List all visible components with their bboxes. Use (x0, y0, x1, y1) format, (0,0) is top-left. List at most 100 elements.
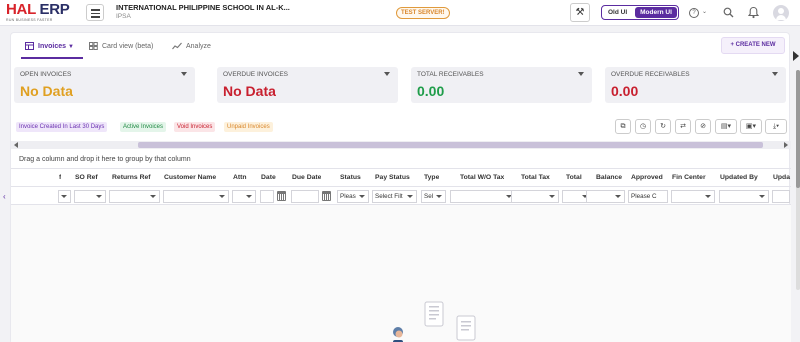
scrollbar-thumb[interactable] (138, 142, 763, 148)
column-header[interactable]: Upda (773, 169, 791, 187)
filter-select[interactable] (109, 190, 160, 203)
grid-body-empty (11, 205, 791, 342)
ui-mode-toggle[interactable]: Old UI Modern UI (601, 5, 679, 20)
kpi-total-receivables[interactable]: TOTAL RECEIVABLES 0.00 (411, 67, 592, 103)
create-new-button[interactable]: + CREATE NEW (721, 37, 785, 54)
tools-icon[interactable]: ⚒ (570, 3, 590, 22)
hamburger-menu-button[interactable] (86, 4, 104, 21)
save-layout-icon[interactable]: ▣▾ (740, 119, 762, 134)
hal-erp-logo[interactable]: HAL ERP RUN BUSINESS FASTER (6, 1, 70, 22)
avatar[interactable] (773, 5, 789, 21)
column-header[interactable]: Balance (596, 169, 622, 187)
logo-accent: ERP (39, 1, 70, 18)
filter-select[interactable] (74, 190, 106, 203)
horizontal-scrollbar[interactable] (11, 141, 791, 149)
column-header[interactable]: Date (261, 169, 276, 187)
tab-label: Invoices (38, 43, 67, 50)
column-header[interactable]: Attn (233, 169, 247, 187)
chip-last-30-days[interactable]: Invoice Created In Last 30 Days (16, 122, 108, 132)
column-header[interactable]: Approved (631, 169, 663, 187)
chevron-down-icon[interactable] (578, 72, 584, 76)
column-header[interactable]: Total W/O Tax (460, 169, 504, 187)
chevron-down-icon[interactable] (384, 72, 390, 76)
column-header[interactable]: Type (424, 169, 439, 187)
column-header[interactable]: Due Date (292, 169, 321, 187)
column-header[interactable]: Updated By (720, 169, 758, 187)
filter-select[interactable] (163, 190, 229, 203)
test-server-badge: TEST SERVER! (396, 7, 450, 19)
column-header[interactable]: Total (566, 169, 582, 187)
bell-icon[interactable] (748, 6, 759, 19)
column-header[interactable]: Fin Center (672, 169, 706, 187)
chip-unpaid-invoices[interactable]: Unpaid Invoices (224, 122, 273, 132)
search-icon[interactable] (723, 7, 734, 18)
calendar-icon[interactable] (277, 191, 286, 201)
filter-select[interactable] (450, 190, 516, 203)
filter-type-select[interactable]: Sel (421, 190, 446, 203)
vertical-scrollbar-thumb[interactable] (796, 70, 800, 188)
invoices-card: Invoices ▼ Card view (beta) Analyze + CR… (10, 32, 791, 342)
chevron-down-icon[interactable]: ▼ (68, 44, 74, 50)
top-bar: HAL ERP RUN BUSINESS FASTER INTERNATIONA… (0, 0, 800, 26)
filter-status-select[interactable]: Pleas (337, 190, 369, 203)
copy-icon[interactable]: ⧉ (615, 119, 631, 134)
kpi-value: No Data (20, 83, 73, 99)
scroll-left-icon[interactable] (14, 142, 18, 148)
filter-select[interactable] (719, 190, 769, 203)
tab-label: Analyze (186, 43, 211, 50)
column-header[interactable]: SO Ref (75, 169, 98, 187)
filter-pay-status-select[interactable]: Select Filt (372, 190, 417, 203)
filter-date-input[interactable] (260, 190, 274, 203)
chip-void-invoices[interactable]: Void Invoices (174, 122, 216, 132)
refresh-icon[interactable]: ↻ (655, 119, 671, 134)
chip-active-invoices[interactable]: Active Invoices (120, 122, 167, 132)
filter-date-input[interactable] (291, 190, 319, 203)
filter-value: Select Filt (375, 193, 403, 200)
tab-card-view[interactable]: Card view (beta) (89, 37, 153, 59)
kpi-label: OVERDUE INVOICES (223, 71, 289, 78)
empty-state-illustration (393, 301, 476, 342)
group-panel[interactable]: Drag a column and drop it here to group … (11, 151, 791, 169)
tab-label: Card view (beta) (102, 43, 154, 50)
column-header[interactable]: Status (340, 169, 361, 187)
filter-select[interactable] (232, 190, 256, 203)
modern-ui-option[interactable]: Modern UI (635, 7, 677, 18)
grid-filter-row: Pleas Select Filt Sel Please C (11, 187, 791, 205)
old-ui-option[interactable]: Old UI (608, 9, 627, 16)
help-icon[interactable]: ? (689, 8, 699, 18)
filter-select[interactable] (772, 190, 790, 203)
logo-main: HAL (6, 1, 36, 18)
filter-select[interactable] (58, 190, 71, 203)
chevron-down-icon[interactable] (181, 72, 187, 76)
clear-filter-icon[interactable]: ⊘ (695, 119, 711, 134)
column-header[interactable]: f (59, 169, 61, 187)
chevron-down-icon[interactable] (772, 72, 778, 76)
filter-value: Pleas (340, 193, 356, 200)
expand-sidebar-icon[interactable]: ‹ (3, 192, 6, 201)
column-header[interactable]: Customer Name (164, 169, 216, 187)
kpi-overdue-receivables[interactable]: OVERDUE RECEIVABLES 0.00 (605, 67, 786, 103)
filter-approved-select[interactable]: Please C (628, 190, 668, 203)
column-header[interactable]: Pay Status (375, 169, 410, 187)
tab-analyze[interactable]: Analyze (172, 37, 211, 59)
scroll-right-icon[interactable] (784, 142, 788, 148)
logo-tagline: RUN BUSINESS FASTER (6, 18, 53, 22)
column-header[interactable]: Total Tax (521, 169, 550, 187)
kpi-value: No Data (223, 83, 276, 99)
page-scroll-right-icon[interactable] (793, 51, 799, 61)
swap-icon[interactable]: ⇄ (675, 119, 691, 134)
school-short-name: IPSA (116, 13, 131, 20)
export-icon[interactable]: ⤓▾ (765, 119, 787, 134)
filter-select[interactable] (586, 190, 625, 203)
filter-select[interactable] (511, 190, 559, 203)
calendar-icon[interactable] (322, 191, 331, 201)
kpi-overdue-invoices[interactable]: OVERDUE INVOICES No Data (217, 67, 398, 103)
chevron-down-icon[interactable]: ⌄ (702, 8, 707, 15)
kpi-value: 0.00 (417, 83, 445, 99)
clock-icon[interactable]: ◷ (635, 119, 651, 134)
filter-select[interactable] (671, 190, 715, 203)
kpi-open-invoices[interactable]: OPEN INVOICES No Data (14, 67, 195, 103)
column-chooser-icon[interactable]: ▤▾ (715, 119, 737, 134)
column-header[interactable]: Returns Ref (112, 169, 151, 187)
tab-invoices[interactable]: Invoices ▼ (21, 37, 83, 59)
